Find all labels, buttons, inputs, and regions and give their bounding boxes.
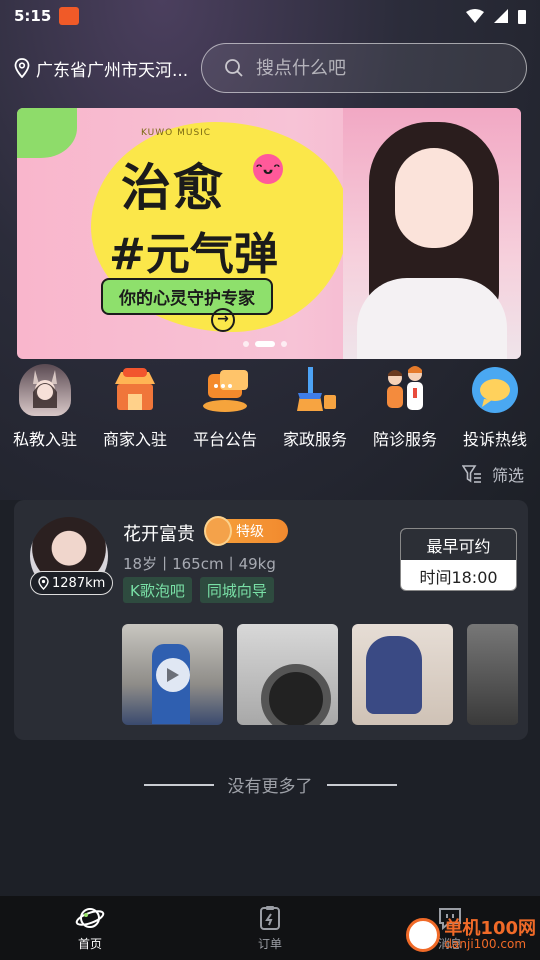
distance-text: 1287km [52,575,106,591]
availability-time: 时间18:00 [419,568,498,587]
photo-gallery [122,624,518,725]
banner-title-line2: #元气弹 [109,229,278,280]
planet-icon [75,907,105,928]
watermark-logo-icon [406,918,441,952]
end-of-list: 没有更多了 [0,772,540,797]
location-pin-icon [38,576,49,590]
banner-tagline: 你的心灵守护专家 [101,278,273,315]
category-escort-service[interactable]: 陪诊服务 [360,364,450,454]
category-grid: 私教入驻 商家入驻 平台公告 家政服务 陪诊服务 投诉热线 [0,364,540,454]
category-merchant[interactable]: 商家入驻 [90,364,180,454]
doctor-icon [379,364,431,416]
end-of-list-text: 没有更多了 [227,777,313,797]
pagination-dot [243,341,249,347]
banner-photo-dress [357,278,507,359]
category-announcement[interactable]: 平台公告 [180,364,270,454]
location-text: 广东省广州市天河... [36,60,189,81]
pagination-dot-active [255,341,275,347]
smiley-icon: ᵔᴗᵔ [253,154,283,184]
watermark-line1: 单机100网 [444,917,536,939]
divider [326,783,397,786]
category-label: 投诉热线 [462,430,527,449]
gallery-thumbnail[interactable] [237,624,338,725]
nav-orders[interactable]: 订单 [180,896,360,960]
play-icon[interactable] [156,658,190,692]
divider [143,783,214,786]
status-icons [466,9,526,24]
level-text: 特级 [236,524,264,540]
announcement-icon [199,364,251,416]
location-selector[interactable]: 广东省广州市天河... [0,56,200,81]
gallery-thumbnail[interactable] [352,624,453,725]
status-time: 5:15 [14,7,52,25]
watermark-line2: danji100.com [444,937,527,952]
banner-decoration [17,108,77,158]
category-complaint-hotline[interactable]: 投诉热线 [450,364,540,454]
header: 广东省广州市天河... [0,40,540,96]
pagination-dot [281,341,287,347]
profile-tags: K歌泡吧 同城向导 [123,577,274,603]
search-icon [225,59,243,77]
location-pin-icon [14,58,30,78]
signal-icon [494,9,508,23]
category-housekeeping[interactable]: 家政服务 [270,364,360,454]
search-bar[interactable] [201,43,527,93]
gallery-thumbnail[interactable] [467,624,518,725]
battery-icon [518,9,526,24]
nav-home[interactable]: 首页 [0,896,180,960]
crown-icon [204,516,232,546]
shop-icon [109,364,161,416]
nav-label: 订单 [257,936,282,951]
availability-box[interactable]: 最早可约 时间18:00 [400,528,517,591]
category-private-coach[interactable]: 私教入驻 [0,364,90,454]
tag: K歌泡吧 [123,577,192,603]
watermark-text: 单机100网 danji100.com [444,917,536,952]
category-label: 私教入驻 [12,430,77,449]
profile-card[interactable]: 1287km 花开富贵 特级 18岁丨165cm丨49kg K歌泡吧 同城向导 … [14,500,528,740]
wifi-icon [466,9,484,23]
profile-name: 花开富贵 [123,524,195,545]
category-label: 平台公告 [192,430,257,449]
site-watermark: 单机100网 danji100.com [406,918,536,952]
cleaning-icon [289,364,341,416]
banner-title-line1: 治愈 [121,159,225,217]
banner-photo-face [395,148,473,248]
filter-icon [461,465,481,483]
banner-pagination [243,341,287,347]
banner-brand: KUWO MUSIC [141,128,212,138]
category-label: 家政服务 [282,430,347,449]
availability-title: 最早可约 [401,529,516,560]
profile-meta: 18岁丨165cm丨49kg [123,555,276,573]
filter-button[interactable]: 筛选 [461,462,524,486]
search-input[interactable] [256,57,486,79]
level-badge: 特级 [204,516,288,546]
promo-banner[interactable]: KUWO MUSIC 治愈 ᵔᴗᵔ #元气弹 你的心灵守护专家 → [17,108,521,359]
chat-bubble-icon [469,364,521,416]
banner-arrow-icon[interactable]: → [211,308,235,332]
distance-badge: 1287km [30,571,114,595]
category-label: 商家入驻 [102,430,167,449]
status-bar: 5:15 [0,0,540,32]
bunny-girl-icon [19,364,71,416]
filter-label: 筛选 [491,466,524,485]
app-notification-icon [59,7,80,25]
order-icon [260,905,280,930]
category-label: 陪诊服务 [372,430,437,449]
nav-label: 首页 [77,936,102,951]
tag: 同城向导 [199,577,274,603]
gallery-video-thumbnail[interactable] [122,624,223,725]
